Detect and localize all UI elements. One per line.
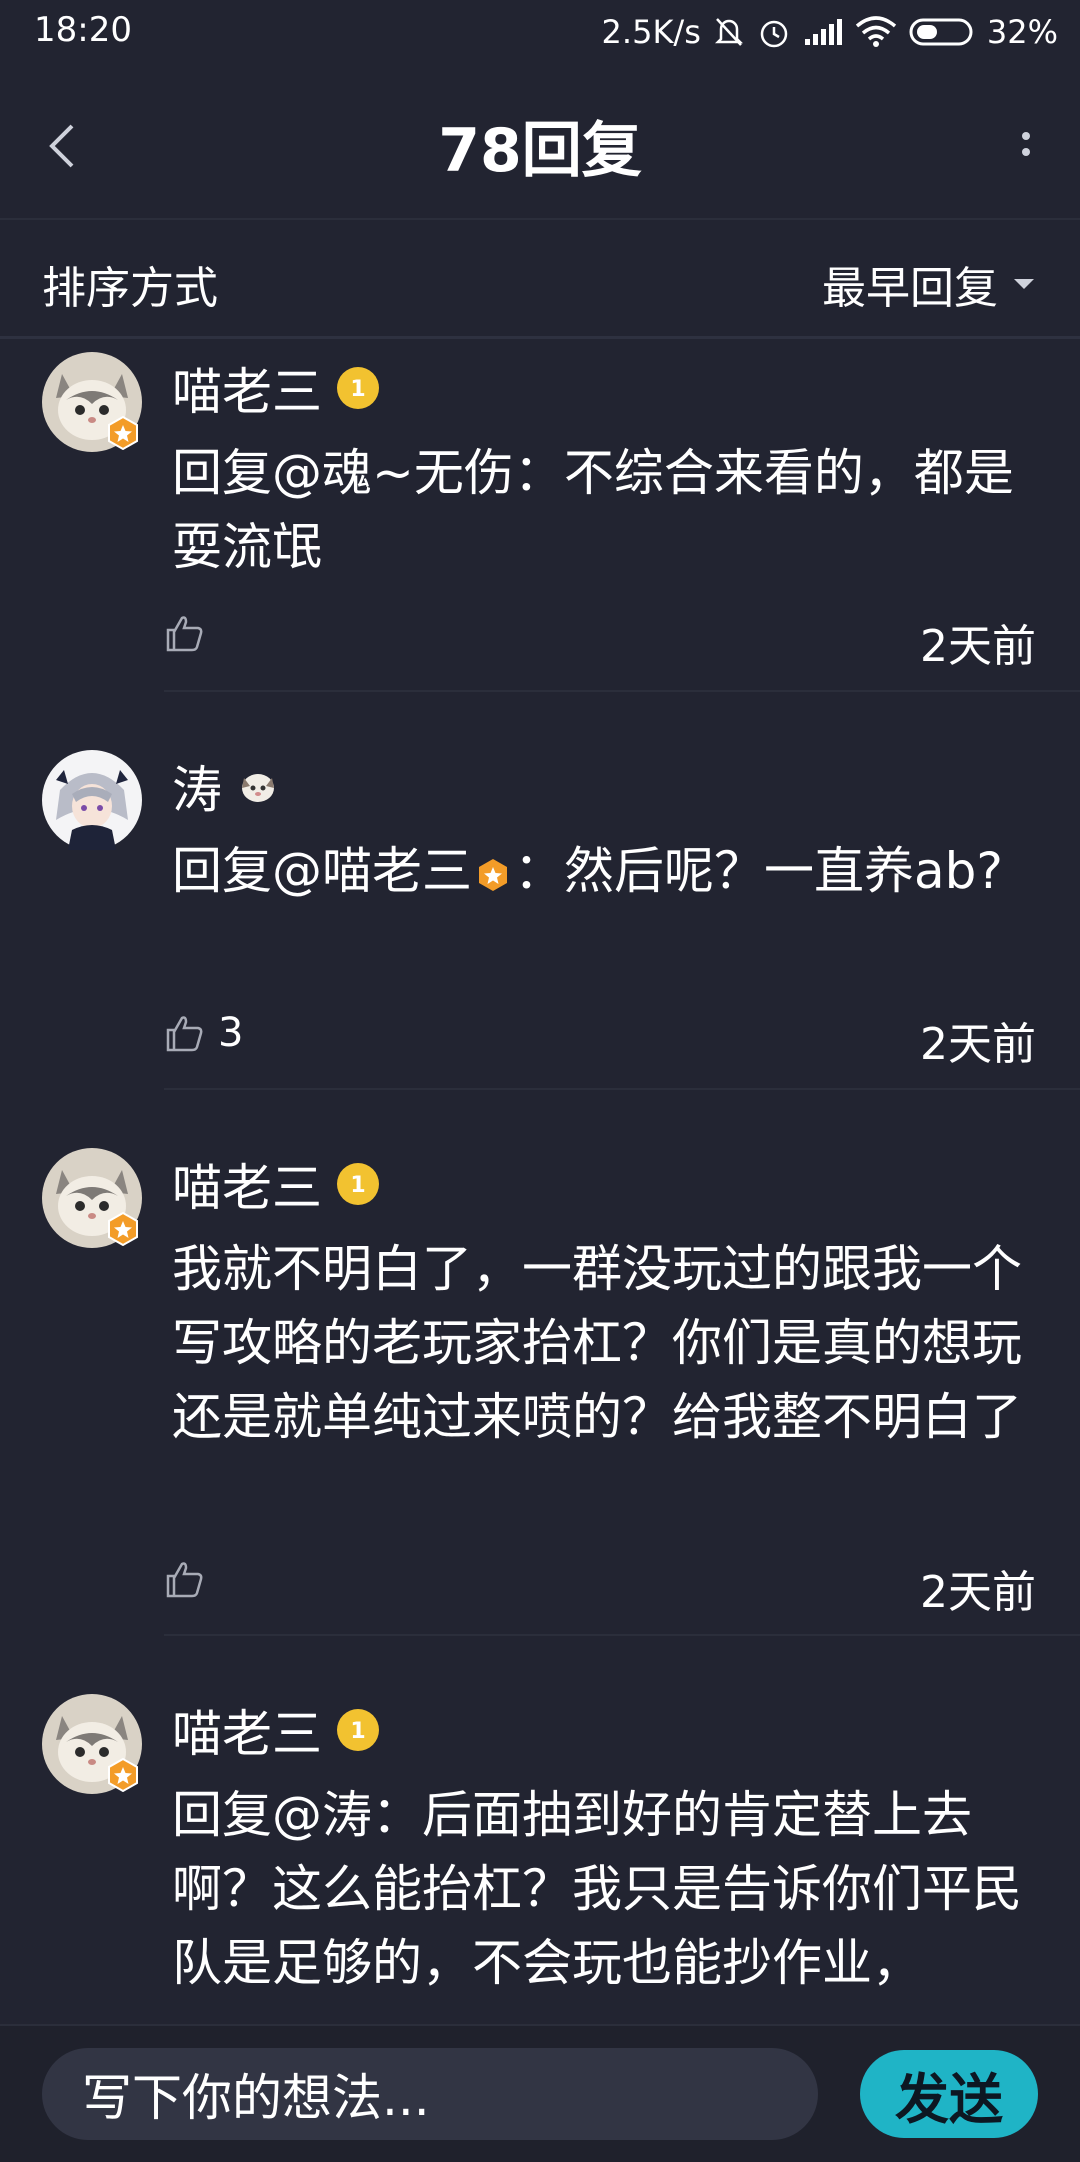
battery-icon: [909, 18, 973, 46]
star-badge-icon: [108, 1212, 138, 1246]
svg-text:1: 1: [350, 1719, 365, 1744]
comment-text: 我就不明白了，一群没玩过的跟我一个写攻略的老玩家抬杠？你们是真的想玩还是就单纯过…: [172, 1240, 1022, 1446]
comment-text: 回复@魂~无伤：不综合来看的，都是耍流氓: [172, 444, 1014, 576]
username[interactable]: 涛: [172, 750, 222, 822]
thumbs-up-icon: [166, 616, 203, 652]
divider: [164, 1088, 1080, 1090]
like-button[interactable]: 3: [164, 1010, 243, 1056]
thumbs-up-icon: [166, 1562, 203, 1598]
more-options-icon[interactable]: [1008, 118, 1044, 174]
comment-list: 喵老三 1 回复@魂~无伤：不综合来看的，都是耍流氓 2天前 涛 回复@喵老三 ：…: [0, 338, 1080, 2024]
wifi-icon: [855, 16, 897, 47]
like-button[interactable]: [164, 1558, 206, 1600]
username[interactable]: 喵老三: [172, 1694, 322, 1766]
avatar[interactable]: [42, 750, 142, 850]
page-title: 78回复: [438, 116, 642, 186]
comment-item: 涛 回复@喵老三 ：然后呢？一直养ab? 3 2天前: [0, 736, 1080, 1134]
username[interactable]: 喵老三: [172, 352, 322, 424]
send-button[interactable]: 发送: [860, 2050, 1038, 2138]
thumbs-up-icon: [166, 1016, 203, 1052]
username-row: 涛: [172, 750, 280, 822]
anime-avatar-icon: [42, 750, 142, 850]
level-badge-icon: 1: [337, 367, 379, 409]
status-icons: 2.5K/s 32%: [602, 10, 1058, 54]
like-count: 3: [218, 1010, 244, 1056]
bell-muted-icon: [714, 18, 743, 46]
sort-selected-value: 最早回复: [822, 263, 998, 314]
mascot-badge-icon: [242, 774, 274, 802]
signal-icon: [804, 19, 842, 45]
username-row: 喵老三 1: [172, 1694, 380, 1766]
sort-dropdown[interactable]: 最早回复: [822, 252, 1036, 316]
comment-item: 喵老三 1 回复@魂~无伤：不综合来看的，都是耍流氓 2天前: [0, 338, 1080, 736]
header: 78回复: [0, 66, 1080, 220]
like-button[interactable]: [164, 612, 206, 654]
alarm-icon: [760, 20, 788, 48]
comment-text: 回复@涛：后面抽到好的肯定替上去啊？这么能抬杠？我只是告诉你们平民队是足够的，不…: [172, 1786, 1022, 1992]
username-row: 喵老三 1: [172, 352, 380, 424]
username[interactable]: 喵老三: [172, 1148, 322, 1220]
divider: [164, 690, 1080, 692]
username-row: 喵老三 1: [172, 1148, 380, 1220]
status-time: 18:20: [34, 10, 132, 50]
divider: [164, 1634, 1080, 1636]
svg-text:1: 1: [350, 377, 365, 402]
comment-item: 喵老三 1 我就不明白了，一群没玩过的跟我一个写攻略的老玩家抬杠？你们是真的想玩…: [0, 1134, 1080, 1680]
chevron-down-icon: [1014, 279, 1034, 289]
comment-time: 2天前: [920, 621, 1036, 672]
star-badge-icon: [108, 416, 138, 450]
battery-level: 32%: [986, 13, 1058, 51]
comment-input[interactable]: 写下你的想法...: [42, 2048, 818, 2140]
comment-input-bar: 写下你的想法... 发送: [0, 2024, 1080, 2162]
comment-item: 喵老三 1 回复@涛：后面抽到好的肯定替上去啊？这么能抬杠？我只是告诉你们平民队…: [0, 1680, 1080, 2024]
comment-text-body: ：然后呢？一直养ab?: [514, 842, 1003, 900]
sort-label: 排序方式: [42, 263, 218, 314]
sort-bar: 排序方式 最早回复: [0, 218, 1080, 339]
svg-text:1: 1: [350, 1173, 365, 1198]
comment-text: 回复@喵老三 ：然后呢？一直养ab?: [172, 834, 1042, 908]
comment-time: 2天前: [920, 1567, 1036, 1618]
network-speed: 2.5K/s: [601, 13, 701, 51]
status-bar: 18:20 2.5K/s 32%: [0, 0, 1080, 66]
star-badge-icon: [479, 858, 507, 891]
reply-mention[interactable]: 回复@喵老三: [172, 842, 472, 900]
star-badge-icon: [108, 1758, 138, 1792]
comment-time: 2天前: [920, 1019, 1036, 1070]
level-badge-icon: 1: [337, 1709, 379, 1751]
level-badge-icon: 1: [337, 1163, 379, 1205]
